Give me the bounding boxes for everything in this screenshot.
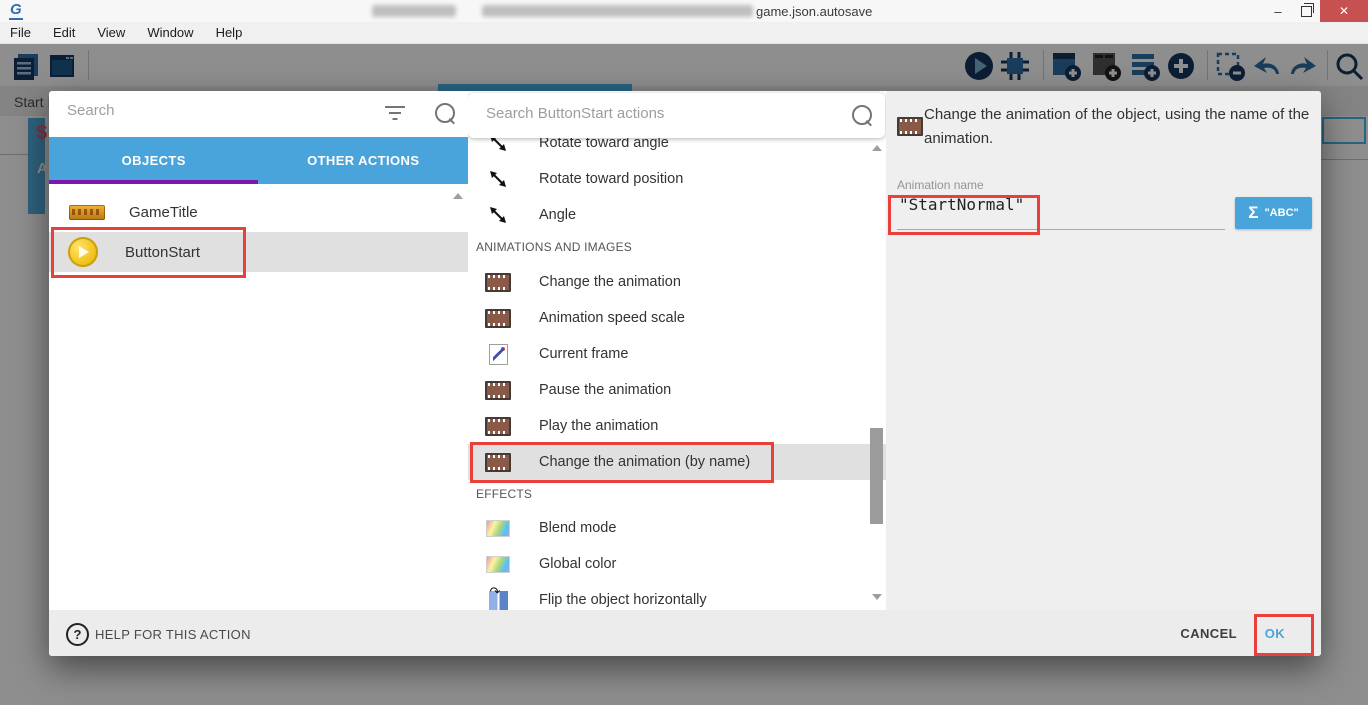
object-label: GameTitle: [129, 204, 198, 221]
expression-button-label: "ABC": [1264, 207, 1298, 219]
film-icon: [485, 417, 511, 436]
action-editor-dialog: OBJECTS OTHER ACTIONS GameTitle ButtonSt…: [49, 91, 1321, 656]
rotate-arrow-icon: [485, 205, 511, 225]
section-header-animations: ANIMATIONS AND IMAGES: [476, 233, 876, 261]
action-row-selected[interactable]: Change the animation (by name): [468, 444, 886, 480]
menu-bar: File Edit View Window Help: [0, 22, 1368, 44]
film-icon: [485, 273, 511, 292]
redacted-path-segment: [372, 5, 456, 17]
actions-list-panel: Rotate toward angle Rotate toward positi…: [468, 91, 886, 610]
object-label: ButtonStart: [125, 244, 200, 261]
menu-window[interactable]: Window: [147, 25, 193, 40]
action-row[interactable]: Flip the object horizontally: [468, 582, 886, 610]
help-link[interactable]: HELP FOR THIS ACTION: [95, 627, 251, 642]
close-button[interactable]: ✕: [1320, 0, 1368, 22]
action-row[interactable]: Play the animation: [468, 408, 886, 444]
actions-search-input[interactable]: [484, 104, 818, 123]
action-row[interactable]: Current frame: [468, 336, 886, 372]
action-row[interactable]: Global color: [468, 546, 886, 582]
search-icon[interactable]: [435, 103, 455, 123]
action-row[interactable]: Rotate toward position: [468, 161, 886, 197]
menu-file[interactable]: File: [10, 25, 31, 40]
action-label: Change the animation: [539, 274, 681, 290]
action-parameters-panel: Change the animation of the object, usin…: [886, 91, 1321, 610]
scrollbar-up-arrow[interactable]: [453, 193, 463, 199]
minimize-button[interactable]: –: [1266, 0, 1290, 22]
action-label: Blend mode: [539, 520, 616, 536]
object-chooser-panel: OBJECTS OTHER ACTIONS GameTitle ButtonSt…: [49, 91, 468, 610]
action-row[interactable]: Pause the animation: [468, 372, 886, 408]
current-frame-icon: [485, 344, 511, 365]
action-row[interactable]: Blend mode: [468, 510, 886, 546]
object-search-input[interactable]: [65, 101, 369, 120]
action-label: Current frame: [539, 346, 628, 362]
action-row[interactable]: Animation speed scale: [468, 300, 886, 336]
menu-edit[interactable]: Edit: [53, 25, 75, 40]
object-tabs: OBJECTS OTHER ACTIONS: [49, 137, 468, 184]
expression-editor-button[interactable]: Σ "ABC": [1235, 197, 1312, 229]
tab-other-actions[interactable]: OTHER ACTIONS: [259, 137, 469, 184]
cancel-button[interactable]: CANCEL: [1180, 626, 1237, 641]
animation-name-input[interactable]: [897, 194, 1231, 215]
film-icon: [485, 381, 511, 400]
app-window: G game.json.autosave – ✕ File Edit View …: [0, 0, 1368, 705]
object-row-buttonstart[interactable]: ButtonStart: [49, 232, 468, 272]
title-bar: G game.json.autosave – ✕: [0, 0, 1368, 22]
palette-icon: [485, 520, 511, 537]
menu-help[interactable]: Help: [216, 25, 243, 40]
tab-objects[interactable]: OBJECTS: [49, 137, 259, 184]
film-icon: [485, 453, 511, 472]
action-label: Change the animation (by name): [539, 454, 750, 470]
scrollbar-thumb[interactable]: [870, 428, 883, 524]
restore-icon: [1301, 6, 1312, 17]
action-label: Flip the object horizontally: [539, 592, 707, 608]
window-title: game.json.autosave: [756, 4, 872, 19]
scrollbar-up-arrow[interactable]: [872, 145, 882, 151]
flip-horizontal-icon: [485, 591, 511, 610]
action-row[interactable]: Change the animation: [468, 264, 886, 300]
action-label: Play the animation: [539, 418, 658, 434]
gdevelop-logo-icon: G: [9, 2, 23, 20]
action-label: Rotate toward position: [539, 171, 683, 187]
action-label: Angle: [539, 207, 576, 223]
filter-icon[interactable]: [385, 105, 405, 121]
gametitle-thumbnail-icon: [69, 205, 105, 220]
restore-button[interactable]: [1294, 0, 1318, 22]
rotate-arrow-icon: [485, 169, 511, 189]
action-label: Global color: [539, 556, 616, 572]
search-icon[interactable]: [852, 105, 872, 125]
ok-button[interactable]: OK: [1265, 626, 1285, 641]
animation-name-label: Animation name: [897, 178, 984, 192]
object-row-gametitle[interactable]: GameTitle: [49, 192, 468, 232]
object-search-bar: [49, 91, 468, 137]
action-row[interactable]: Angle: [468, 197, 886, 233]
dialog-footer: ? HELP FOR THIS ACTION CANCEL OK: [49, 610, 1321, 656]
palette-icon: [485, 556, 511, 573]
action-label: Pause the animation: [539, 382, 671, 398]
film-icon: [897, 117, 923, 136]
sigma-icon: Σ: [1248, 203, 1258, 223]
actions-search-bar: [468, 93, 885, 138]
film-icon: [485, 309, 511, 328]
menu-view[interactable]: View: [97, 25, 125, 40]
input-underline: [897, 229, 1225, 230]
scrollbar-down-arrow[interactable]: [872, 594, 882, 600]
action-label: Animation speed scale: [539, 310, 685, 326]
active-tab-underline: [49, 180, 258, 184]
action-description: Change the animation of the object, usin…: [924, 103, 1316, 151]
redacted-path-segment: [482, 5, 753, 17]
help-icon[interactable]: ?: [66, 623, 89, 646]
buttonstart-thumbnail-icon: [68, 237, 98, 267]
section-header-effects: EFFECTS: [476, 480, 876, 508]
